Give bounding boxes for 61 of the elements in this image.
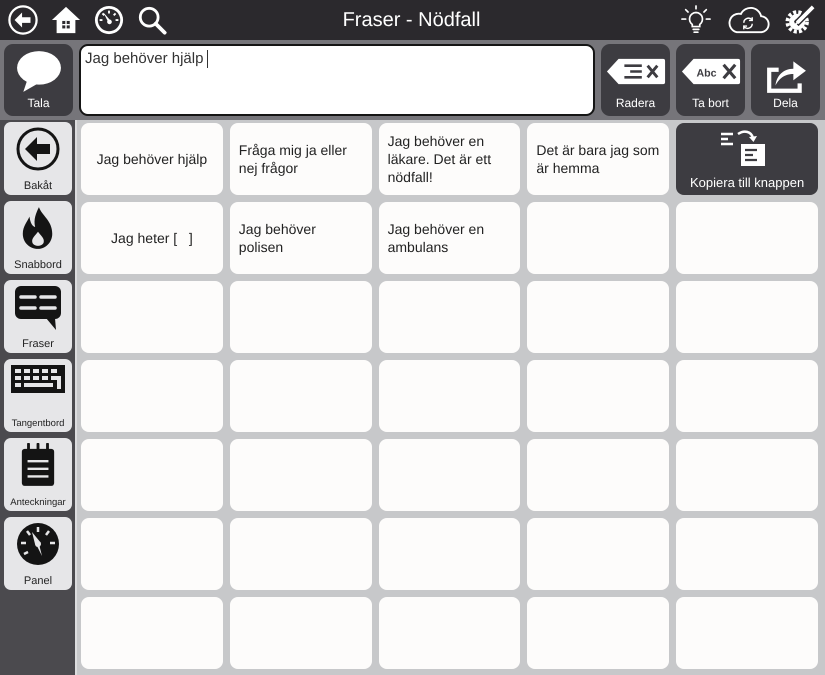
gauge-icon [16,522,60,566]
speak-button[interactable]: Tala [4,44,73,116]
home-icon[interactable] [51,5,81,35]
share-button[interactable]: Dela [751,44,820,116]
phrase-button[interactable]: Jag behöver en ambulans [378,202,520,274]
copy-to-button-button[interactable]: Kopiera till knappen [676,123,818,195]
backspace-lines-icon [604,56,666,87]
phrase-button[interactable]: Jag behöver polisen [230,202,372,274]
blank-phrase-button[interactable] [378,281,520,353]
blank-phrase-button[interactable] [676,202,818,274]
blank-phrase-button[interactable] [527,281,670,353]
chat-bubble-icon [14,285,62,331]
phrase-button[interactable]: Jag heter [ ] [81,202,223,274]
blank-phrase-button[interactable] [230,360,372,432]
blank-phrase-button[interactable] [378,439,520,511]
keyboard-icon [10,364,66,394]
blank-phrase-button[interactable] [81,281,223,353]
gauge-icon[interactable] [94,5,124,35]
blank-phrase-button[interactable] [81,597,223,669]
blank-phrase-button[interactable] [527,360,670,432]
sidebar-item[interactable]: Tangentbord [4,359,72,432]
blank-phrase-button[interactable] [527,597,670,669]
phrase-button[interactable]: Jag behöver en läkare. Det är ett nödfall! [378,123,520,195]
blank-phrase-button[interactable] [81,518,223,590]
blank-phrase-button[interactable] [81,439,223,511]
clear-button[interactable]: Radera [601,44,670,116]
back-icon[interactable] [8,5,38,35]
sidebar-item[interactable]: Panel [4,517,72,590]
blank-phrase-button[interactable] [527,202,670,274]
phrase-button[interactable]: Det är bara jag som är hemma [527,123,670,195]
gear-pencil-icon[interactable] [785,5,815,35]
blank-phrase-button[interactable] [230,518,372,590]
blank-phrase-button[interactable] [230,597,372,669]
lightbulb-icon[interactable] [681,5,711,35]
sidebar-item[interactable]: Bakåt [4,122,72,195]
blank-phrase-button[interactable] [378,360,520,432]
blank-phrase-button[interactable] [527,439,670,511]
delete-button[interactable]: Abc Ta bort [676,44,745,116]
sidebar-item[interactable]: Anteckningar [4,438,72,511]
blank-phrase-button[interactable] [230,281,372,353]
phrase-button[interactable]: Jag behöver hjälp [81,123,223,195]
page-title: Fraser - Nödfall [342,8,480,32]
message-field[interactable]: Jag behöver hjälp [79,44,595,116]
notepad-icon [19,443,57,487]
blank-phrase-button[interactable] [676,439,818,511]
blank-phrase-button[interactable] [527,518,670,590]
blank-phrase-button[interactable] [378,518,520,590]
phrase-button[interactable]: Fråga mig ja eller nej frågor [230,123,372,195]
blank-phrase-button[interactable] [676,518,818,590]
text-cursor [207,50,208,68]
sidebar-item[interactable]: Snabbord [4,201,72,274]
blank-phrase-button[interactable] [676,597,818,669]
search-icon[interactable] [137,5,167,35]
sidebar-item[interactable]: Fraser [4,280,72,353]
backspace-abc-icon: Abc [680,56,742,87]
blank-phrase-button[interactable] [81,360,223,432]
blank-phrase-button[interactable] [230,439,372,511]
blank-phrase-button[interactable] [676,360,818,432]
blank-phrase-button[interactable] [378,597,520,669]
blank-phrase-button[interactable] [676,281,818,353]
speech-bubble-icon [16,50,62,92]
